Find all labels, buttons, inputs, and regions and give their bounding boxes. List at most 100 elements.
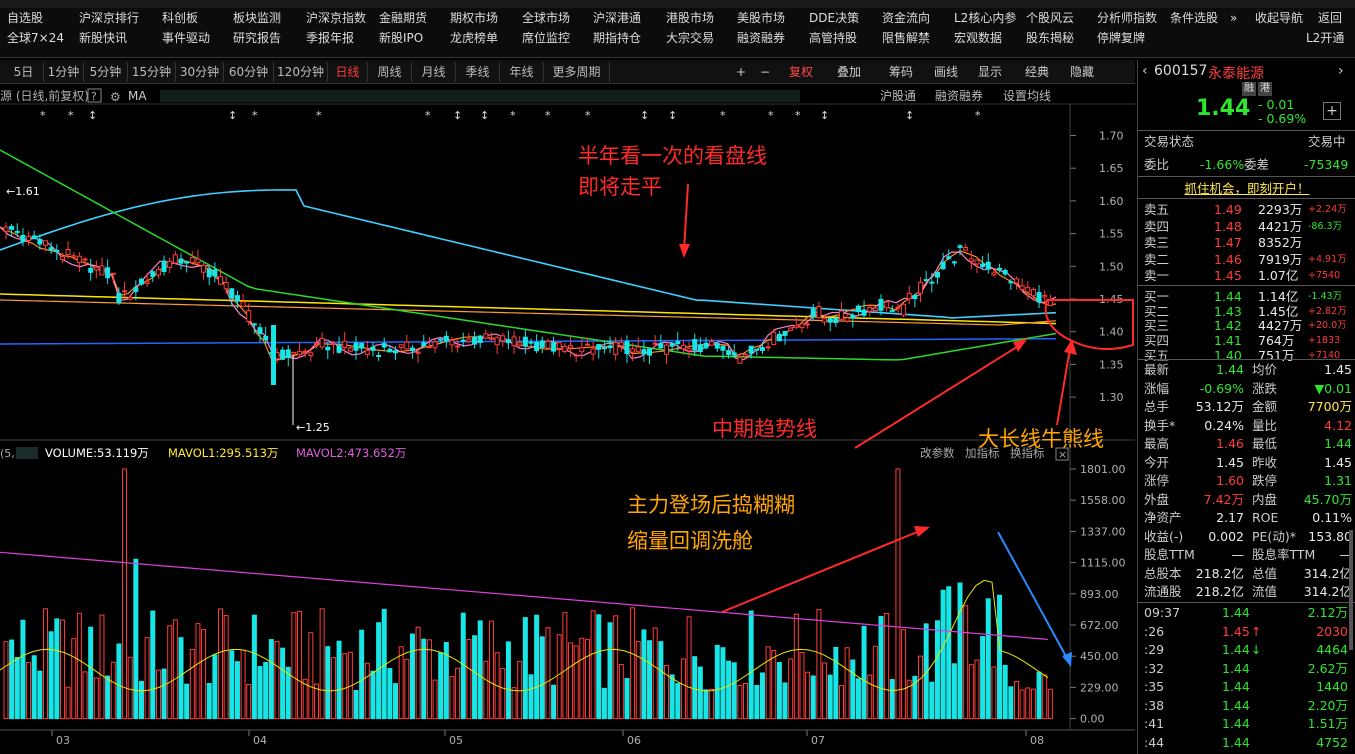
menu-item-r1-1[interactable]: 沪深京排行 — [79, 9, 139, 28]
menu-item-r2-0[interactable]: 全球7×24 — [7, 29, 64, 48]
chart-ctrl-3[interactable]: 叠加 — [826, 62, 872, 82]
event-star-icon[interactable]: ↕ — [453, 109, 462, 122]
ask-row[interactable]: 卖一 1.45 1.07亿 +7540 — [1138, 267, 1355, 285]
menu-item-r2-8[interactable]: 期指持仓 — [593, 29, 641, 48]
chart-ctrl-8[interactable]: 隐藏 — [1060, 62, 1104, 82]
menu-item-r2-2[interactable]: 事件驱动 — [162, 29, 210, 48]
event-star-icon[interactable]: ↕ — [905, 109, 914, 122]
period-btn-6[interactable]: 120分钟 — [274, 62, 328, 82]
chart-ctrl-2[interactable]: 复权 — [778, 62, 824, 82]
link-set-ma[interactable]: 设置均线 — [1003, 89, 1051, 103]
menu-item-r1-18[interactable]: 收起导航 — [1255, 9, 1303, 28]
menu-item-r1-15[interactable]: 分析师指数 — [1097, 9, 1157, 28]
link-margin[interactable]: 融资融券 — [935, 88, 983, 103]
ask-row[interactable]: 卖二 1.46 7919万 +4.91万 — [1138, 251, 1355, 269]
chart-ctrl-4[interactable]: 筹码 — [878, 62, 924, 82]
chart-ctrl-7[interactable]: 经典 — [1016, 62, 1058, 82]
kline-chart[interactable]: 源 (日线,前复权) ? ⚙ MA 沪股通 融资融券 设置均线 * * ↕ ↕ * * * ↕… — [0, 84, 1135, 754]
link-hsgt[interactable]: 沪股通 — [880, 89, 916, 103]
chart-ctrl-1[interactable]: − — [756, 62, 774, 82]
menu-item-r2-9[interactable]: 大宗交易 — [666, 29, 714, 48]
event-star-icon[interactable]: ↕ — [820, 109, 829, 122]
event-star-icon[interactable]: ↕ — [668, 109, 677, 122]
event-star-icon[interactable]: * — [975, 109, 981, 122]
menu-item-r1-12[interactable]: 资金流向 — [882, 9, 930, 28]
period-btn-9[interactable]: 月线 — [412, 62, 456, 82]
menu-item-r1-17[interactable]: » — [1230, 9, 1237, 28]
event-star-icon[interactable]: * — [585, 109, 591, 122]
menu-item-r2-4[interactable]: 季报年报 — [306, 29, 354, 48]
candle-body — [805, 323, 811, 326]
period-btn-4[interactable]: 30分钟 — [176, 62, 224, 82]
menu-item-r1-8[interactable]: 沪深港通 — [593, 9, 641, 28]
menu-item-r1-6[interactable]: 期权市场 — [450, 9, 498, 28]
menu-item-r1-3[interactable]: 板块监测 — [233, 9, 281, 28]
menu-item-r1-10[interactable]: 美股市场 — [737, 9, 785, 28]
menu-item-r2-14[interactable]: 股东揭秘 — [1026, 29, 1074, 48]
period-btn-7[interactable]: 日线 — [328, 62, 368, 82]
period-btn-12[interactable]: 更多周期 — [544, 62, 610, 82]
candle-body — [1013, 278, 1019, 284]
menu-item-r1-7[interactable]: 全球市场 — [522, 9, 570, 28]
event-star-icon[interactable]: * — [545, 109, 551, 122]
event-star-icon[interactable]: ↕ — [88, 109, 97, 122]
period-btn-10[interactable]: 季线 — [456, 62, 500, 82]
menu-item-r1-2[interactable]: 科创板 — [162, 9, 198, 28]
chart-ctrl-5[interactable]: 画线 — [926, 62, 966, 82]
ask-row[interactable]: 卖五 1.49 2293万 +2.24万 — [1138, 201, 1355, 219]
menu-item-r1-4[interactable]: 沪深京指数 — [306, 9, 366, 28]
vol-legend-volume: VOLUME:53.119万 — [45, 446, 149, 460]
period-btn-8[interactable]: 周线 — [368, 62, 412, 82]
menu-item-r1-13[interactable]: L2核心内参 — [954, 9, 1016, 28]
menu-item-r2-7[interactable]: 席位监控 — [522, 29, 570, 48]
open-account-link[interactable]: 抓住机会，即刻开户！ — [1138, 178, 1355, 197]
vol-link-param[interactable]: 改参数 — [920, 446, 955, 460]
event-star-icon[interactable]: ↕ — [228, 109, 237, 122]
ask-row[interactable]: 卖三 1.47 8352万 — [1138, 234, 1355, 252]
event-star-icon[interactable]: * — [768, 109, 774, 122]
period-btn-3[interactable]: 15分钟 — [128, 62, 176, 82]
settings-gear-icon[interactable]: ⚙ — [110, 90, 121, 104]
menu-item-r2-5[interactable]: 新股IPO — [379, 29, 423, 48]
menu-item-r2-6[interactable]: 龙虎榜单 — [450, 29, 498, 48]
menu-item-r2-1[interactable]: 新股快讯 — [79, 29, 127, 48]
menu-item-r1-11[interactable]: DDE决策 — [809, 9, 859, 28]
panel-scrollbar[interactable] — [1349, 530, 1353, 650]
event-star-icon[interactable]: * — [40, 109, 46, 122]
menu-item-r2-13[interactable]: 宏观数据 — [954, 29, 1002, 48]
event-star-icon[interactable]: * — [720, 109, 726, 122]
period-btn-11[interactable]: 年线 — [500, 62, 544, 82]
chevron-left-icon[interactable]: ‹ — [1142, 63, 1154, 81]
event-star-icon[interactable]: * — [316, 109, 322, 122]
menu-item-r1-14[interactable]: 个股风云 — [1026, 9, 1074, 28]
menu-item-r2-12[interactable]: 限售解禁 — [882, 29, 930, 48]
event-star-icon[interactable]: * — [795, 109, 801, 122]
event-star-icon[interactable]: ↕ — [640, 109, 649, 122]
menu-item-r2-10[interactable]: 融资融券 — [737, 29, 785, 48]
chart-ctrl-0[interactable]: + — [732, 62, 750, 82]
menu-item-r1-5[interactable]: 金融期货 — [379, 9, 427, 28]
menu-item-r1-19[interactable]: 返回 — [1318, 9, 1342, 28]
menu-item-r2-16[interactable]: L2开通 — [1306, 29, 1344, 48]
add-watchlist-button[interactable]: + — [1323, 102, 1341, 120]
menu-item-r2-3[interactable]: 研究报告 — [233, 29, 281, 48]
event-star-icon[interactable]: * — [510, 109, 516, 122]
chevron-right-icon[interactable]: › — [1338, 63, 1344, 79]
menu-item-r2-11[interactable]: 高管持股 — [809, 29, 857, 48]
chart-title: 源 (日线,前复权) — [0, 88, 89, 103]
menu-item-r2-15[interactable]: 停牌复牌 — [1097, 29, 1145, 48]
period-btn-5[interactable]: 60分钟 — [224, 62, 274, 82]
event-star-icon[interactable]: * — [252, 109, 258, 122]
event-star-icon[interactable]: ↕ — [480, 109, 489, 122]
event-star-icon[interactable]: * — [425, 109, 431, 122]
volume-bar — [658, 641, 664, 720]
menu-item-r1-16[interactable]: 条件选股 — [1170, 9, 1218, 28]
period-btn-0[interactable]: 5日 — [4, 62, 44, 82]
period-btn-2[interactable]: 5分钟 — [84, 62, 128, 82]
period-btn-1[interactable]: 1分钟 — [44, 62, 84, 82]
menu-item-r1-0[interactable]: 自选股 — [7, 9, 43, 28]
event-star-icon[interactable]: * — [68, 109, 74, 122]
menu-item-r1-9[interactable]: 港股市场 — [666, 9, 714, 28]
ask-row[interactable]: 卖四 1.48 4421万 -86.3万 — [1138, 218, 1355, 236]
chart-ctrl-6[interactable]: 显示 — [968, 62, 1012, 82]
